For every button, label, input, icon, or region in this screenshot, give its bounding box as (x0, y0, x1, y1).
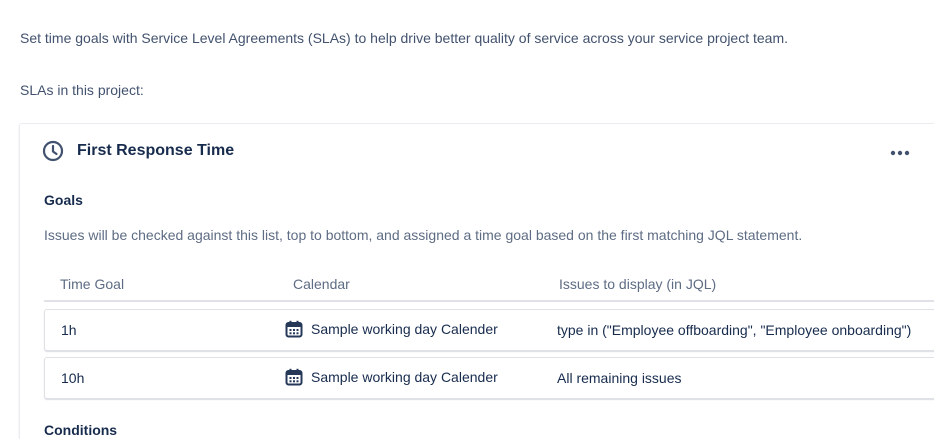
goal-jql: All remaining issues (557, 370, 682, 386)
goal-calendar-name: Sample working day Calender (311, 369, 498, 385)
goal-calendar: Sample working day Calender (285, 320, 498, 338)
column-header-time-goal: Time Goal (60, 276, 125, 292)
goal-calendar: Sample working day Calender (285, 368, 498, 386)
goal-jql: type in ("Employee offboarding", "Employ… (557, 322, 912, 338)
goal-time: 1h (61, 322, 77, 338)
slas-list-label: SLAs in this project: (20, 82, 144, 98)
goal-calendar-name: Sample working day Calender (311, 321, 498, 337)
sla-title[interactable]: First Response Time (77, 142, 234, 160)
sla-card: First Response Time Goals Issues will be… (19, 123, 934, 439)
goal-row[interactable]: 1h Sample working day Calender type in (… (44, 309, 934, 351)
intro-text: Set time goals with Service Level Agreem… (20, 30, 789, 46)
more-horizontal-icon (890, 143, 910, 161)
goal-time: 10h (61, 370, 85, 386)
clock-icon (41, 139, 65, 163)
calendar-icon (285, 320, 303, 338)
calendar-icon (285, 368, 303, 386)
sla-settings-page: Set time goals with Service Level Agreem… (0, 0, 934, 439)
more-actions-button[interactable] (886, 143, 914, 161)
goal-row[interactable]: 10h Sample working day Calender All rema… (44, 357, 934, 399)
goals-description: Issues will be checked against this list… (44, 227, 803, 243)
goals-heading: Goals (44, 192, 83, 208)
goals-table-header: Time Goal Calendar Issues to display (in… (44, 268, 934, 302)
sla-card-header: First Response Time (41, 139, 234, 163)
conditions-heading: Conditions (44, 422, 118, 438)
column-header-calendar: Calendar (293, 276, 350, 292)
column-header-jql: Issues to display (in JQL) (559, 276, 717, 292)
